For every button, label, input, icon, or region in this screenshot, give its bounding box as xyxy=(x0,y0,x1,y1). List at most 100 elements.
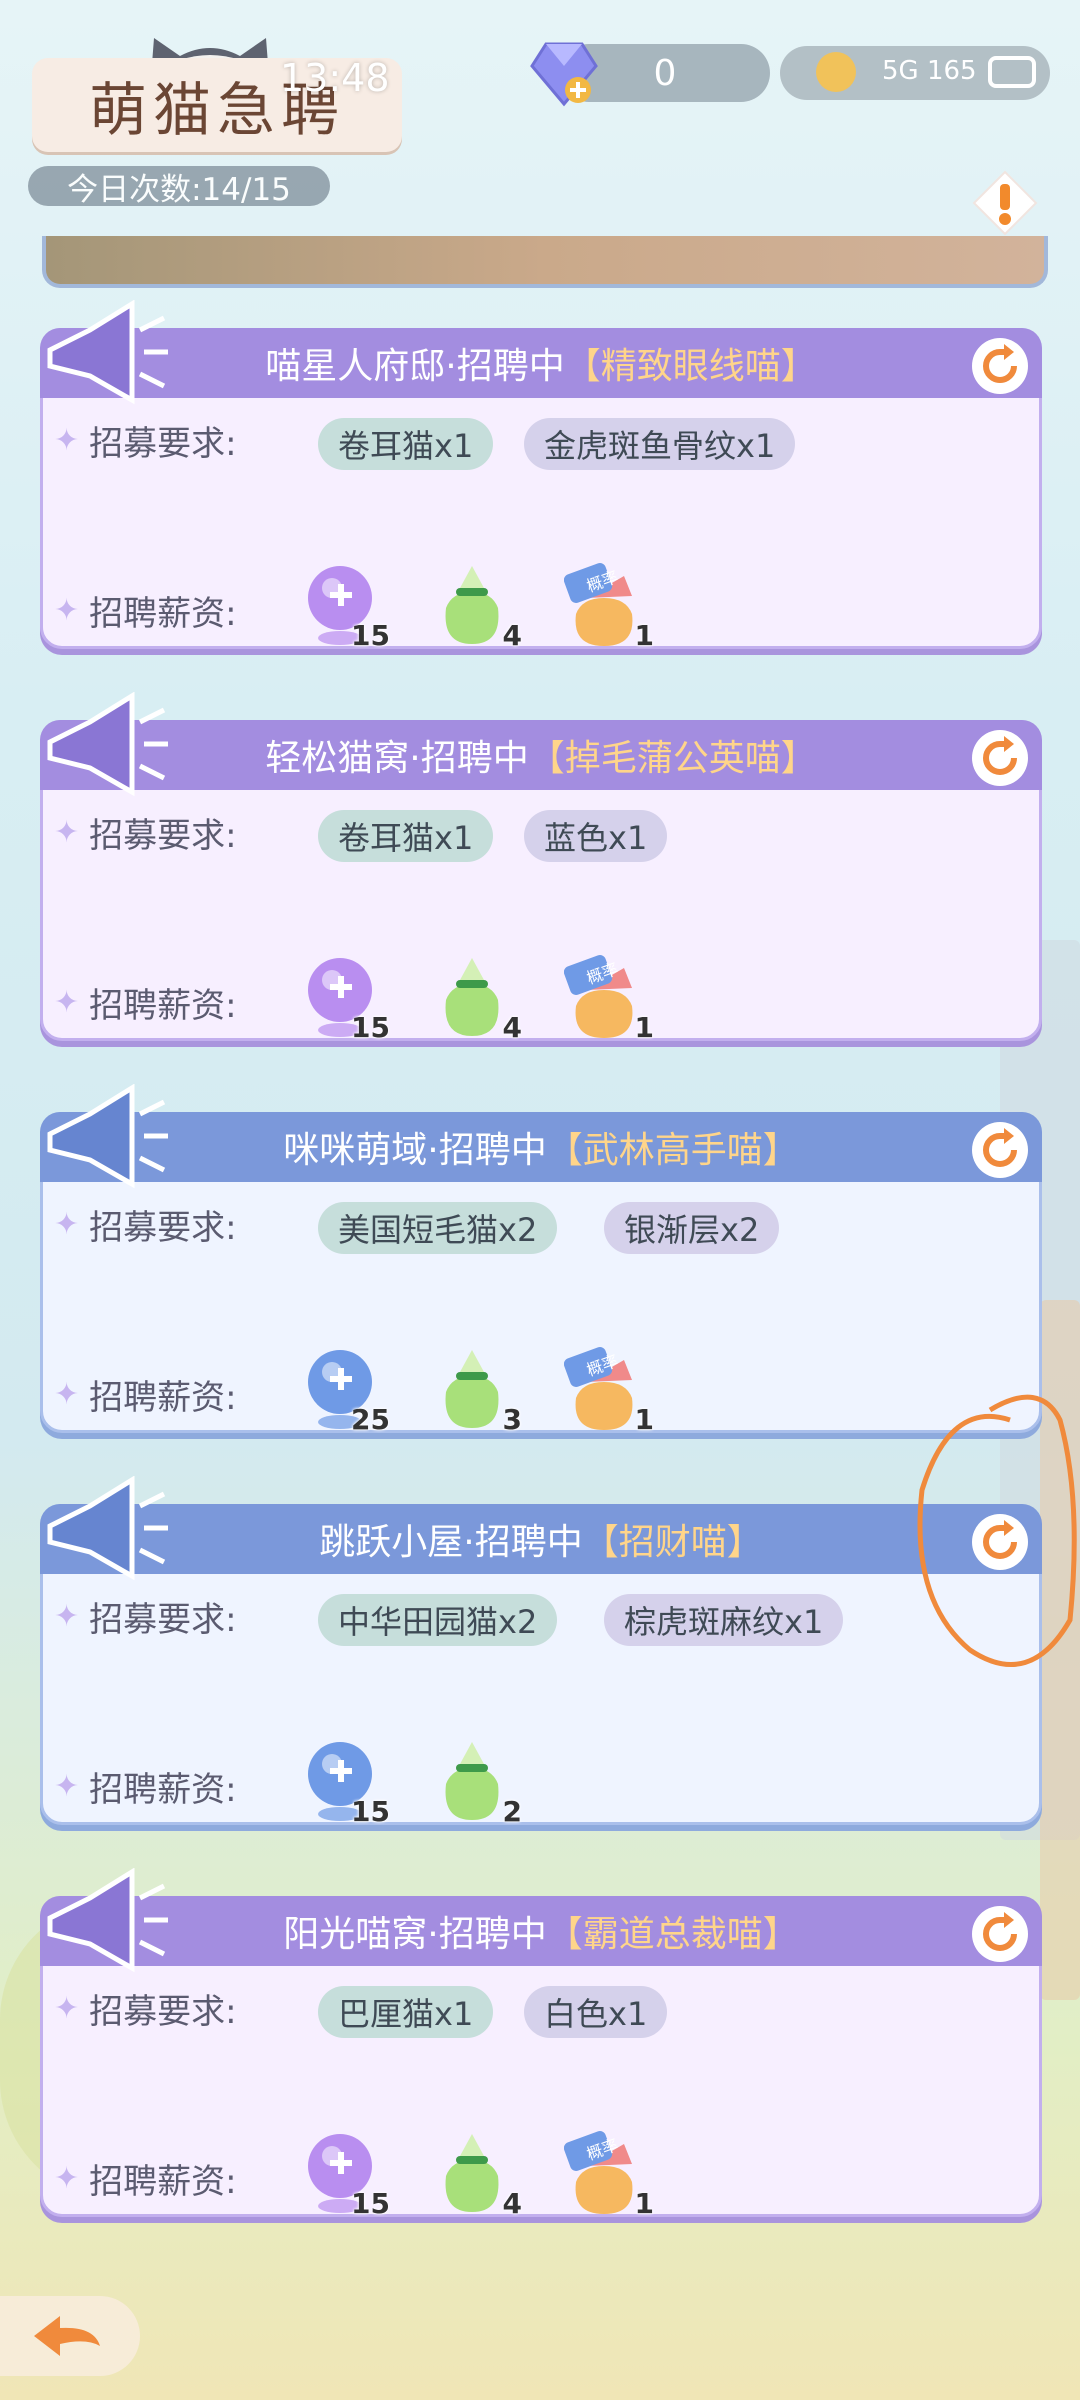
reward-item[interactable]: 15 xyxy=(300,1734,390,1828)
refresh-icon xyxy=(972,1122,1028,1178)
megaphone-icon xyxy=(40,299,170,414)
job-place: 跳跃小屋 xyxy=(319,1522,464,1563)
requirements-label: ✦ 招募要求: xyxy=(54,1200,237,1249)
sparkle-icon: ✦ xyxy=(54,1207,80,1242)
salary-label-text: 招聘薪资: xyxy=(89,2162,237,2202)
reward-item[interactable]: 概率 1 xyxy=(563,558,654,652)
sparkle-icon: ✦ xyxy=(54,1769,80,1804)
job-cat-name: 【掉毛蒲公英喵】 xyxy=(528,738,817,779)
reward-item[interactable]: 概率 1 xyxy=(563,950,654,1044)
reward-item[interactable]: 2 xyxy=(432,1734,522,1828)
requirement-tag: 白色x1 xyxy=(524,1986,668,2038)
info-alert-icon[interactable] xyxy=(972,170,1038,236)
sparkle-icon: ✦ xyxy=(54,423,80,458)
salary-label: ✦ 招聘薪资: xyxy=(54,2154,237,2203)
refresh-button[interactable] xyxy=(970,1120,1030,1184)
reward-count: 4 xyxy=(502,619,522,652)
job-card-header: 轻松猫窝 ·招聘中 【掉毛蒲公英喵】 xyxy=(40,720,1042,790)
requirement-tag: 巴厘猫x1 xyxy=(318,1986,494,2038)
reward-count: 3 xyxy=(502,1403,522,1436)
job-status: ·招聘中 xyxy=(427,1914,547,1955)
reward-item[interactable]: 概率 1 xyxy=(563,2126,654,2220)
sparkle-icon: ✦ xyxy=(54,593,80,628)
job-card-header: 喵星人府邸 ·招聘中 【精致眼线喵】 xyxy=(40,328,1042,398)
refresh-icon xyxy=(972,338,1028,394)
salary-label: ✦ 招聘薪资: xyxy=(54,978,237,1027)
salary-label-text: 招聘薪资: xyxy=(89,986,237,1026)
job-card-header: 咪咪萌域 ·招聘中 【武林高手喵】 xyxy=(40,1112,1042,1182)
annotation-circle xyxy=(910,1380,1080,1694)
reward-count: 4 xyxy=(502,2187,522,2220)
requirement-tag: 蓝色x1 xyxy=(524,810,668,862)
reward-item[interactable]: 4 xyxy=(432,2126,522,2220)
refresh-button[interactable] xyxy=(970,1904,1030,1968)
requirements-label-text: 招募要求: xyxy=(89,1992,237,2032)
refresh-button[interactable] xyxy=(970,336,1030,400)
requirement-tag: 美国短毛猫x2 xyxy=(318,1202,558,1254)
requirement-tag: 棕虎斑麻纹x1 xyxy=(604,1594,844,1646)
reward-item[interactable]: 15 xyxy=(300,950,390,1044)
reward-item[interactable]: 概率 1 xyxy=(563,1342,654,1436)
network-status: 5G 165 xyxy=(882,56,977,86)
refresh-icon xyxy=(972,730,1028,786)
requirements-label: ✦ 招募要求: xyxy=(54,1592,237,1641)
daily-count-badge: 今日次数:14/15 xyxy=(28,166,330,208)
reward-count: 1 xyxy=(634,1011,654,1044)
salary-label: ✦ 招聘薪资: xyxy=(54,1762,237,1811)
salary-label-text: 招聘薪资: xyxy=(89,1378,237,1418)
sparkle-icon: ✦ xyxy=(54,815,80,850)
requirement-tag: 金虎斑鱼骨纹x1 xyxy=(524,418,796,470)
sparkle-icon: ✦ xyxy=(54,1377,80,1412)
refresh-icon xyxy=(972,1906,1028,1962)
reward-item[interactable]: 3 xyxy=(432,1342,522,1436)
requirements-label-text: 招募要求: xyxy=(89,816,237,856)
reward-count: 2 xyxy=(502,1795,522,1828)
reward-item[interactable]: 4 xyxy=(432,558,522,652)
megaphone-icon xyxy=(40,1867,170,1982)
reward-count: 1 xyxy=(634,1403,654,1436)
sparkle-icon: ✦ xyxy=(54,2161,80,2196)
reward-item[interactable]: 15 xyxy=(300,558,390,652)
status-clock: 13:48 xyxy=(280,56,390,100)
job-place: 阳光喵窝 xyxy=(283,1914,428,1955)
reward-item[interactable]: 4 xyxy=(432,950,522,1044)
job-place: 喵星人府邸 xyxy=(265,346,446,387)
requirements-label-text: 招募要求: xyxy=(89,1208,237,1248)
crystal-add-icon[interactable] xyxy=(526,38,600,112)
sparkle-icon: ✦ xyxy=(54,1599,80,1634)
reward-count: 4 xyxy=(502,1011,522,1044)
sparkle-icon: ✦ xyxy=(54,1991,80,2026)
job-card-header: 跳跃小屋 ·招聘中 【招财喵】 xyxy=(40,1504,1042,1574)
status-bar-area: 5G 165 xyxy=(780,42,1050,104)
requirements-label: ✦ 招募要求: xyxy=(54,808,237,857)
job-status: ·招聘中 xyxy=(427,1130,547,1171)
reward-count: 15 xyxy=(351,619,390,652)
reward-count: 1 xyxy=(634,2187,654,2220)
requirement-tag: 卷耳猫x1 xyxy=(318,418,494,470)
salary-label-text: 招聘薪资: xyxy=(89,1770,237,1810)
megaphone-icon xyxy=(40,691,170,806)
job-place: 轻松猫窝 xyxy=(265,738,410,779)
reward-count: 25 xyxy=(351,1403,390,1436)
job-card: 喵星人府邸 ·招聘中 【精致眼线喵】 ✦ 招募要求: ✦ 招聘薪资: 卷耳猫x1 金虎斑鱼… xyxy=(40,299,1042,655)
job-status: ·招聘中 xyxy=(409,738,529,779)
back-button[interactable] xyxy=(0,2296,140,2376)
job-card: 轻松猫窝 ·招聘中 【掉毛蒲公英喵】 ✦ 招募要求: ✦ 招聘薪资: 卷耳猫x1 蓝色x1… xyxy=(40,691,1042,1047)
job-card: 咪咪萌域 ·招聘中 【武林高手喵】 ✦ 招募要求: ✦ 招聘薪资: 美国短毛猫x2 银渐层… xyxy=(40,1083,1042,1439)
reward-item[interactable]: 15 xyxy=(300,2126,390,2220)
back-arrow-icon xyxy=(34,2316,100,2356)
reward-item[interactable]: 25 xyxy=(300,1342,390,1436)
requirements-label: ✦ 招募要求: xyxy=(54,416,237,465)
salary-label: ✦ 招聘薪资: xyxy=(54,1370,237,1419)
job-cat-name: 【精致眼线喵】 xyxy=(564,346,817,387)
requirements-label-text: 招募要求: xyxy=(89,1600,237,1640)
requirement-tag: 卷耳猫x1 xyxy=(318,810,494,862)
megaphone-icon xyxy=(40,1083,170,1198)
refresh-button[interactable] xyxy=(970,728,1030,792)
megaphone-icon xyxy=(40,1475,170,1590)
reward-count: 15 xyxy=(351,1011,390,1044)
requirement-tag: 银渐层x2 xyxy=(604,1202,780,1254)
job-cat-name: 【武林高手喵】 xyxy=(546,1130,799,1171)
job-place: 咪咪萌域 xyxy=(283,1130,428,1171)
job-cat-name: 【招财喵】 xyxy=(582,1522,763,1563)
